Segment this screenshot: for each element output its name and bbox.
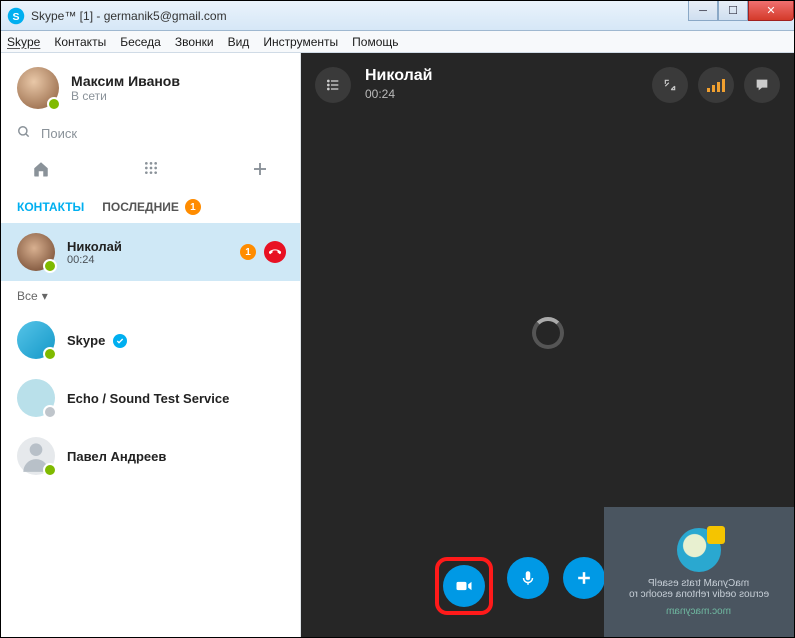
- self-name: Максим Иванов: [71, 73, 180, 89]
- contact-item[interactable]: Echo / Sound Test Service: [1, 369, 300, 427]
- sidebar: Максим Иванов В сети КОНТАКТЫ ПО: [1, 53, 301, 637]
- call-area: Николай 00:24: [301, 53, 794, 637]
- contact-item-active-call[interactable]: Николай 00:24 1: [1, 223, 300, 281]
- add-participant-button[interactable]: [563, 557, 605, 599]
- close-button[interactable]: ✕: [748, 1, 794, 21]
- hangup-mini-button[interactable]: [264, 241, 286, 263]
- status-offline-icon: [43, 405, 57, 419]
- menu-bar: Skype Контакты Беседа Звонки Вид Инструм…: [1, 31, 794, 53]
- preview-text-line1: Please start ManyCam: [648, 578, 749, 589]
- contact-avatar: [17, 233, 55, 271]
- menu-view[interactable]: Вид: [228, 35, 250, 49]
- contact-name: Skype: [67, 333, 127, 348]
- contact-name: Николай: [67, 239, 122, 254]
- search-input[interactable]: [41, 126, 284, 141]
- contact-call-timer: 00:24: [67, 254, 122, 266]
- maximize-button[interactable]: ☐: [718, 1, 748, 21]
- contact-avatar: [17, 437, 55, 475]
- svg-text:S: S: [12, 10, 19, 22]
- self-profile[interactable]: Максим Иванов В сети: [1, 53, 300, 119]
- video-toggle-button[interactable]: [443, 565, 485, 607]
- contact-avatar: [17, 321, 55, 359]
- status-online-icon: [47, 97, 61, 111]
- menu-contacts[interactable]: Контакты: [54, 35, 106, 49]
- self-video-preview: Please start ManyCam or choose another v…: [604, 507, 794, 637]
- preview-footer: manycam.com: [666, 606, 731, 617]
- self-avatar: [17, 67, 59, 109]
- annotation-highlight: [435, 557, 493, 615]
- microphone-toggle-button[interactable]: [507, 557, 549, 599]
- call-contact-name: Николай: [365, 67, 432, 85]
- window-titlebar: S Skype™ [1] - germanik5@gmail.com ─ ☐ ✕: [1, 1, 794, 31]
- skype-app-icon: S: [7, 7, 25, 25]
- status-online-icon: [43, 347, 57, 361]
- loading-spinner-icon: [532, 317, 564, 349]
- tab-recent[interactable]: ПОСЛЕДНИЕ 1: [102, 199, 201, 215]
- search-icon: [17, 125, 31, 142]
- minimize-button[interactable]: ─: [688, 1, 718, 21]
- menu-tools[interactable]: Инструменты: [263, 35, 338, 49]
- preview-text-line2: or choose another video source: [629, 589, 769, 600]
- menu-help[interactable]: Помощь: [352, 35, 398, 49]
- window-title: Skype™ [1] - germanik5@gmail.com: [31, 9, 227, 23]
- fullscreen-button[interactable]: [652, 67, 688, 103]
- recent-badge: 1: [185, 199, 201, 215]
- status-online-icon: [43, 463, 57, 477]
- tab-contacts[interactable]: КОНТАКТЫ: [17, 199, 84, 215]
- contact-item[interactable]: Павел Андреев: [1, 427, 300, 485]
- contact-name: Echo / Sound Test Service: [67, 391, 229, 406]
- manycam-logo-icon: [677, 528, 721, 572]
- self-status: В сети: [71, 89, 180, 103]
- filter-dropdown[interactable]: Все ▾: [1, 281, 300, 311]
- home-icon[interactable]: [31, 160, 51, 183]
- menu-calls[interactable]: Звонки: [175, 35, 214, 49]
- contact-avatar: [17, 379, 55, 417]
- call-quality-button[interactable]: [698, 67, 734, 103]
- search-row[interactable]: [1, 119, 300, 152]
- call-timer: 00:24: [365, 87, 432, 101]
- signal-bars-icon: [707, 78, 725, 92]
- verified-icon: [113, 334, 127, 348]
- add-contact-icon[interactable]: [250, 160, 270, 183]
- menu-skype[interactable]: Skype: [7, 35, 40, 49]
- contact-badge: 1: [240, 244, 256, 260]
- chevron-down-icon: ▾: [42, 289, 48, 303]
- contact-name: Павел Андреев: [67, 449, 166, 464]
- conversation-list-button[interactable]: [315, 67, 351, 103]
- chat-button[interactable]: [744, 67, 780, 103]
- dialpad-icon[interactable]: [141, 160, 161, 183]
- status-online-icon: [43, 259, 57, 273]
- contact-item[interactable]: Skype: [1, 311, 300, 369]
- menu-conversation[interactable]: Беседа: [120, 35, 161, 49]
